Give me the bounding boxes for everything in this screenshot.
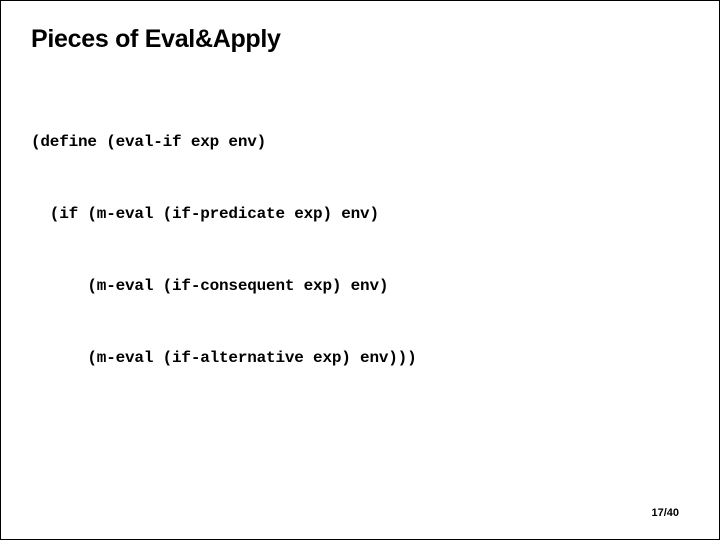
code-line-4: (m-eval (if-alternative exp) env))) [31,346,689,370]
code-line-1: (define (eval-if exp env) [31,130,689,154]
code-line-3: (m-eval (if-consequent exp) env) [31,274,689,298]
code-block: (define (eval-if exp env) (if (m-eval (i… [31,82,689,418]
page-number: 17/40 [651,507,679,519]
slide-container: Pieces of Eval&Apply (define (eval-if ex… [1,1,719,539]
code-line-2: (if (m-eval (if-predicate exp) env) [31,202,689,226]
slide-title: Pieces of Eval&Apply [31,25,689,54]
